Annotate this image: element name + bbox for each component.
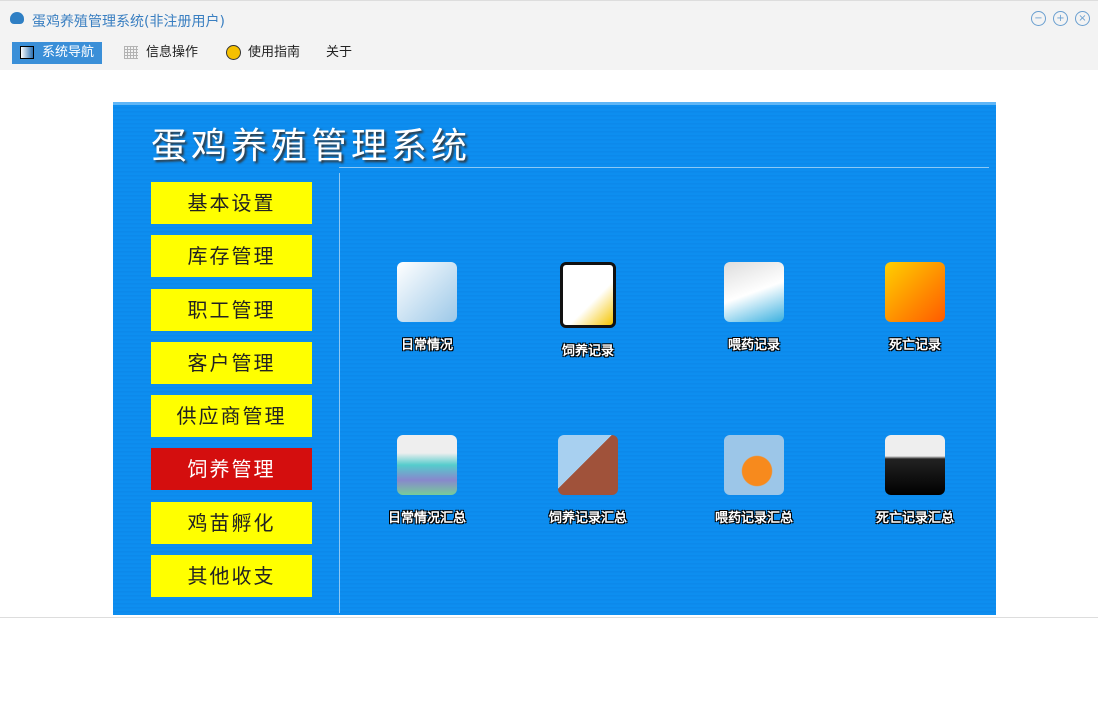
nav-other-finance[interactable]: 其他收支 bbox=[151, 555, 312, 597]
menu-info-ops[interactable]: 信息操作 bbox=[116, 42, 204, 64]
main-panel: 蛋鸡养殖管理系统 基本设置 库存管理 职工管理 客户管理 供应商管理 饲养管理 … bbox=[113, 102, 996, 615]
tile-death-summary[interactable]: 死亡记录汇总 bbox=[840, 435, 990, 526]
nav-feeding[interactable]: 饲养管理 bbox=[151, 448, 312, 490]
folder-rss-icon bbox=[724, 435, 784, 495]
tile-label: 喂药记录汇总 bbox=[714, 511, 793, 526]
tile-daily-summary[interactable]: 日常情况汇总 bbox=[352, 435, 502, 526]
tile-feeding-record[interactable]: 饲养记录 bbox=[513, 262, 663, 359]
tile-label: 死亡记录汇总 bbox=[875, 511, 954, 526]
menu-label: 信息操作 bbox=[146, 45, 199, 60]
divider bbox=[339, 167, 989, 168]
document-pen-icon bbox=[397, 262, 457, 322]
divider bbox=[339, 173, 340, 613]
menu-about[interactable]: 关于 bbox=[296, 42, 358, 64]
panel-title: 蛋鸡养殖管理系统 bbox=[151, 126, 472, 167]
books-lamp-icon bbox=[397, 435, 457, 495]
tile-label: 死亡记录 bbox=[888, 338, 941, 353]
maximize-icon[interactable]: + bbox=[1053, 11, 1068, 26]
minimize-icon[interactable]: − bbox=[1031, 11, 1046, 26]
app-icon bbox=[10, 12, 24, 24]
menu-label: 关于 bbox=[326, 45, 353, 60]
nav-customers[interactable]: 客户管理 bbox=[151, 342, 312, 384]
nav-inventory[interactable]: 库存管理 bbox=[151, 235, 312, 277]
black-folder-icon bbox=[885, 435, 945, 495]
tile-label: 日常情况 bbox=[400, 338, 453, 353]
tile-medicine-summary[interactable]: 喂药记录汇总 bbox=[679, 435, 829, 526]
tile-label: 日常情况汇总 bbox=[387, 511, 466, 526]
folder-wall-icon bbox=[558, 435, 618, 495]
menu-guide[interactable]: 使用指南 bbox=[218, 42, 306, 64]
grid-icon bbox=[124, 46, 138, 59]
title-bar: 蛋鸡养殖管理系统(非注册用户) − + × bbox=[0, 0, 1098, 37]
nav-basic-settings[interactable]: 基本设置 bbox=[151, 182, 312, 224]
menu-system-nav[interactable]: 系统导航 bbox=[12, 42, 103, 64]
nav-suppliers[interactable]: 供应商管理 bbox=[151, 395, 312, 437]
tile-daily[interactable]: 日常情况 bbox=[352, 262, 502, 353]
window-icon bbox=[20, 46, 34, 59]
nav-hatching[interactable]: 鸡苗孵化 bbox=[151, 502, 312, 544]
tile-label: 饲养记录 bbox=[561, 344, 614, 359]
scroll-pen-icon bbox=[724, 262, 784, 322]
menu-label: 使用指南 bbox=[248, 45, 301, 60]
tile-label: 饲养记录汇总 bbox=[548, 511, 627, 526]
tile-label: 喂药记录 bbox=[727, 338, 780, 353]
menu-label: 系统导航 bbox=[42, 45, 95, 60]
nav-staff[interactable]: 职工管理 bbox=[151, 289, 312, 331]
close-icon[interactable]: × bbox=[1075, 11, 1090, 26]
tile-feeding-summary[interactable]: 饲养记录汇总 bbox=[513, 435, 663, 526]
tile-death-record[interactable]: 死亡记录 bbox=[840, 262, 990, 353]
menu-bar: 系统导航 信息操作 使用指南 关于 bbox=[0, 36, 1098, 70]
note-pencil-icon bbox=[560, 262, 616, 328]
help-icon bbox=[226, 45, 241, 60]
window-title: 蛋鸡养殖管理系统(非注册用户) bbox=[32, 14, 225, 30]
orange-folder-icon bbox=[885, 262, 945, 322]
tile-medicine-record[interactable]: 喂药记录 bbox=[679, 262, 829, 353]
